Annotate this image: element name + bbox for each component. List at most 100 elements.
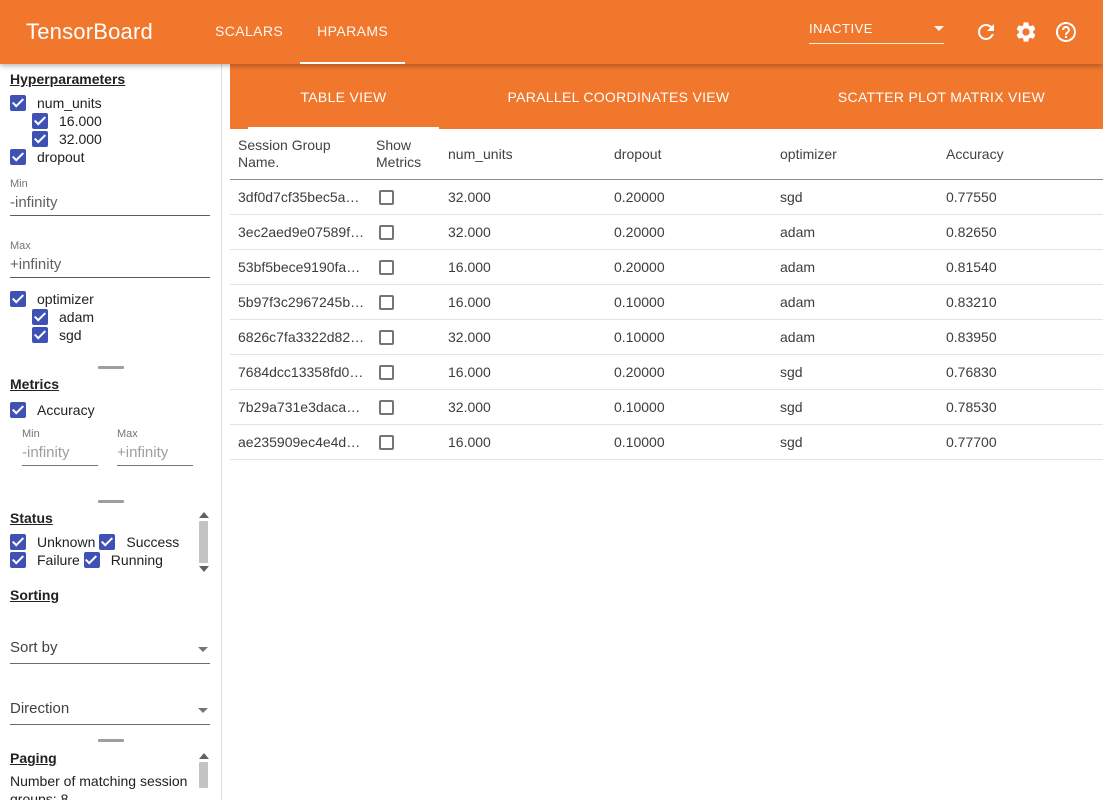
accuracy-max-input[interactable] [117, 443, 193, 466]
max-label: Max [117, 428, 212, 440]
main-content: TABLE VIEW PARALLEL COORDINATES VIEW SCA… [230, 64, 1103, 800]
tab-table-view[interactable]: TABLE VIEW [230, 64, 457, 129]
section-resize-handle[interactable] [0, 736, 221, 745]
status-option-success[interactable]: Success [99, 533, 179, 551]
checked-checkbox-icon[interactable] [32, 327, 48, 343]
section-resize-handle[interactable] [0, 363, 221, 372]
settings-gear-icon[interactable] [1014, 20, 1038, 44]
option-label: 32.000 [59, 131, 102, 147]
app-title: TensorBoard [26, 19, 153, 45]
hparam-optimizer-option-adam[interactable]: adam [32, 308, 221, 326]
show-metrics-checkbox[interactable] [379, 225, 394, 240]
checked-checkbox-icon[interactable] [32, 309, 48, 325]
scroll-up-icon[interactable] [199, 512, 209, 518]
option-label: 16.000 [59, 113, 102, 129]
checked-checkbox-icon[interactable] [10, 95, 26, 111]
dropout-max-input[interactable] [10, 255, 210, 278]
scrollbar-thumb[interactable] [199, 762, 208, 788]
dropout-min-input[interactable] [10, 193, 210, 216]
num-units-cell: 16.000 [440, 285, 606, 319]
help-icon[interactable] [1054, 20, 1078, 44]
tab-scatter-plot-matrix-view[interactable]: SCATTER PLOT MATRIX VIEW [780, 64, 1103, 129]
scrollbar-thumb[interactable] [199, 521, 208, 563]
tab-scalars[interactable]: SCALARS [198, 0, 300, 64]
checked-checkbox-icon[interactable] [84, 552, 100, 568]
show-metrics-checkbox[interactable] [379, 190, 394, 205]
dropout-min-field: Min [10, 178, 210, 216]
sidebar-section-status: Status Unknown Success Failure [0, 506, 221, 584]
direction-select[interactable]: Direction [10, 700, 210, 725]
tab-parallel-coordinates-view[interactable]: PARALLEL COORDINATES VIEW [457, 64, 780, 129]
hparam-optimizer[interactable]: optimizer [10, 290, 221, 308]
direction-label: Direction [10, 700, 69, 717]
reload-mode-select[interactable]: INACTIVE [809, 21, 944, 44]
num-units-cell: 16.000 [440, 250, 606, 284]
metric-accuracy[interactable]: Accuracy [10, 401, 221, 419]
optimizer-cell: adam [772, 285, 938, 319]
num-units-cell: 32.000 [440, 320, 606, 354]
show-metrics-checkbox[interactable] [379, 330, 394, 345]
chevron-down-icon [198, 647, 208, 652]
col-accuracy[interactable]: Accuracy [938, 129, 1103, 179]
scroll-down-icon[interactable] [199, 566, 209, 572]
tab-hparams[interactable]: HPARAMS [300, 0, 405, 64]
optimizer-cell: adam [772, 215, 938, 249]
checked-checkbox-icon[interactable] [10, 534, 26, 550]
table-row: 7b29a731e3daca… 32.000 0.10000 sgd 0.785… [230, 390, 1103, 425]
status-option-unknown[interactable]: Unknown [10, 533, 95, 551]
checked-checkbox-icon[interactable] [10, 291, 26, 307]
sidebar: Hyperparameters num_units 16.000 32.000 [0, 64, 230, 800]
col-dropout[interactable]: dropout [606, 129, 772, 179]
show-metrics-checkbox[interactable] [379, 400, 394, 415]
accuracy-minmax-row: Min Max [10, 428, 221, 466]
num-units-cell: 32.000 [440, 390, 606, 424]
sidebar-section-hyperparameters: Hyperparameters num_units 16.000 32.000 [0, 64, 221, 363]
status-option-failure[interactable]: Failure [10, 551, 80, 569]
checked-checkbox-icon[interactable] [32, 131, 48, 147]
tensorboard-app: TensorBoard SCALARS HPARAMS INACTIVE [0, 0, 1103, 800]
status-option-running[interactable]: Running [84, 551, 163, 569]
hparam-optimizer-option-sgd[interactable]: sgd [32, 326, 221, 344]
show-metrics-checkbox[interactable] [379, 260, 394, 275]
show-metrics-checkbox[interactable] [379, 295, 394, 310]
optimizer-cell: adam [772, 320, 938, 354]
sidebar-section-sorting: Sorting Sort by Direction [0, 584, 221, 736]
view-tabs: TABLE VIEW PARALLEL COORDINATES VIEW SCA… [230, 64, 1103, 129]
session-group-name-cell: 6826c7fa3322d82… [230, 320, 368, 354]
paging-heading: Paging [10, 750, 221, 766]
checked-checkbox-icon[interactable] [32, 113, 48, 129]
col-num-units[interactable]: num_units [440, 129, 606, 179]
session-group-name-cell: 3ec2aed9e07589f… [230, 215, 368, 249]
checked-checkbox-icon[interactable] [10, 552, 26, 568]
num-units-cell: 16.000 [440, 355, 606, 389]
section-resize-handle[interactable] [0, 497, 221, 506]
hparam-label: num_units [37, 95, 102, 111]
hparam-num-units[interactable]: num_units [10, 94, 221, 112]
checked-checkbox-icon[interactable] [10, 402, 26, 418]
refresh-icon[interactable] [974, 20, 998, 44]
hparam-num-units-option-32[interactable]: 32.000 [32, 130, 221, 148]
show-metrics-checkbox[interactable] [379, 365, 394, 380]
hparam-num-units-option-16[interactable]: 16.000 [32, 112, 221, 130]
accuracy-cell: 0.83210 [938, 285, 1103, 319]
sort-by-select[interactable]: Sort by [10, 639, 210, 664]
show-metrics-checkbox[interactable] [379, 435, 394, 450]
hparam-label: dropout [37, 149, 84, 165]
checked-checkbox-icon[interactable] [99, 534, 115, 550]
table-row: 7684dcc13358fd0… 16.000 0.20000 sgd 0.76… [230, 355, 1103, 390]
optimizer-cell: sgd [772, 355, 938, 389]
status-label: Failure [37, 552, 80, 568]
col-show-metrics[interactable]: Show Metrics [368, 129, 440, 179]
status-scrollbar[interactable] [198, 512, 209, 572]
col-session-group-name[interactable]: Session Group Name. [230, 129, 368, 179]
hparam-dropout[interactable]: dropout [10, 148, 221, 166]
paging-scrollbar[interactable] [198, 753, 209, 791]
checked-checkbox-icon[interactable] [10, 149, 26, 165]
col-optimizer[interactable]: optimizer [772, 129, 938, 179]
accuracy-min-input[interactable] [22, 443, 98, 466]
session-group-name-cell: 7b29a731e3daca… [230, 390, 368, 424]
scroll-up-icon[interactable] [199, 753, 209, 759]
option-label: sgd [59, 327, 82, 343]
table-row: 3ec2aed9e07589f… 32.000 0.20000 adam 0.8… [230, 215, 1103, 250]
optimizer-cell: sgd [772, 425, 938, 459]
